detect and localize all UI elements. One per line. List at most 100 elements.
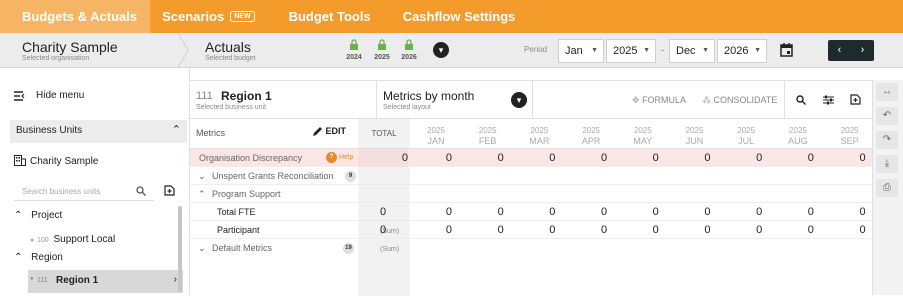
org-tree-root[interactable]: Charity Sample: [30, 156, 98, 167]
value-cell[interactable]: 0: [856, 203, 865, 221]
calendar-icon[interactable]: [780, 43, 793, 57]
help-link[interactable]: ? Help: [326, 149, 353, 167]
prev-period-icon[interactable]: ‹: [838, 40, 842, 61]
undo-icon[interactable]: ↶: [876, 107, 898, 125]
org-name[interactable]: Charity Sample: [22, 39, 118, 55]
next-period-icon[interactable]: ›: [861, 40, 865, 61]
value-cell[interactable]: 0: [442, 203, 452, 221]
tree-item-support-local[interactable]: ● 100 Support Local: [30, 234, 115, 245]
metric-row-participant: Participant 0 (Sum) 0 0 0 0 0 0 0 0 0: [190, 221, 872, 253]
tab-budgets-actuals[interactable]: Budgets & Actuals: [0, 0, 151, 33]
search-placeholder: Search business units: [22, 187, 101, 196]
tree-item-region-1[interactable]: ● 111 Region 1 ›: [28, 270, 183, 293]
group-count-wrap: 9: [345, 167, 356, 185]
print-icon[interactable]: ⎙: [876, 179, 898, 197]
group-program-support[interactable]: ⌃ Program Support: [190, 185, 872, 203]
tab-budget-tools[interactable]: Budget Tools: [277, 0, 383, 33]
to-month-select[interactable]: Dec ▼: [669, 39, 715, 63]
month-header: 2025 MAY: [621, 126, 665, 146]
value-cell[interactable]: 0: [494, 221, 504, 239]
tree-group-project[interactable]: ⌃ Project: [14, 210, 62, 221]
to-month-value: Dec: [676, 45, 696, 57]
lock-2024[interactable]: 2024: [346, 39, 362, 61]
value-cell[interactable]: 0: [597, 149, 607, 167]
discrepancy-total: 0: [358, 149, 408, 167]
value-cell[interactable]: 0: [494, 149, 504, 167]
sidebar-scrollbar[interactable]: [178, 206, 182, 292]
export-icon[interactable]: [850, 94, 861, 105]
redo-icon[interactable]: ↷: [876, 131, 898, 149]
budget-name[interactable]: Actuals: [205, 39, 251, 55]
value-cell[interactable]: 0: [649, 149, 659, 167]
value-cell[interactable]: 0: [856, 149, 865, 167]
value-cell[interactable]: 0: [442, 149, 452, 167]
hide-menu-label[interactable]: Hide menu: [36, 90, 84, 101]
download-icon[interactable]: ⤓: [876, 155, 898, 173]
hide-menu-icon[interactable]: [14, 91, 26, 101]
value-cell[interactable]: 0: [752, 149, 762, 167]
group-count-wrap: 19: [343, 239, 354, 257]
value-cell[interactable]: 0: [545, 221, 555, 239]
new-badge: NEW: [230, 11, 255, 22]
value-cell[interactable]: 0: [752, 203, 762, 221]
value-cell[interactable]: 0: [545, 149, 555, 167]
budget-dropdown-button[interactable]: ▾: [433, 42, 449, 58]
group-default-metrics[interactable]: ⌄ Default Metrics 19: [190, 239, 872, 257]
filter-settings-icon[interactable]: [823, 95, 834, 105]
chevron-down-icon: ▼: [702, 47, 709, 54]
month-year: 2025: [582, 126, 600, 135]
layout-name[interactable]: Metrics by month: [383, 89, 474, 103]
breadcrumb-chevron-icon: [177, 33, 189, 68]
value-cell[interactable]: 0: [856, 221, 865, 239]
lock-2025[interactable]: 2025: [374, 39, 390, 61]
value-cell[interactable]: 0: [597, 221, 607, 239]
from-month-select[interactable]: Jan ▼: [558, 39, 604, 63]
consolidate-button[interactable]: ⁂ CONSOLIDATE: [702, 95, 777, 106]
metric-label: Total FTE: [217, 207, 256, 217]
value-cell[interactable]: 0: [442, 221, 452, 239]
lock-year: 2026: [401, 54, 417, 61]
search-icon[interactable]: [796, 95, 806, 105]
month-header: 2025 MAR: [517, 126, 561, 146]
fit-width-icon[interactable]: ↔: [876, 83, 898, 101]
period-nav: ‹ ›: [828, 40, 874, 61]
value-cell[interactable]: 0: [804, 149, 814, 167]
month-header: 2025 JUL: [724, 126, 768, 146]
from-year-select[interactable]: 2025 ▼: [606, 39, 656, 63]
search-business-units[interactable]: Search business units: [14, 181, 154, 201]
unit-name[interactable]: Region 1: [221, 89, 272, 103]
value-cell[interactable]: 0: [701, 149, 710, 167]
value-cell[interactable]: 0: [804, 203, 814, 221]
metric-total: 0 (Sum): [358, 221, 408, 253]
value-cell[interactable]: 0: [701, 203, 710, 221]
unit-code: 111: [196, 90, 213, 102]
value-cell[interactable]: 0: [752, 221, 762, 239]
formula-icon: ✥: [632, 95, 640, 105]
discrepancy-row: Organisation Discrepancy ? Help 0 0 0 0 0 0 0…: [190, 149, 872, 167]
formula-button[interactable]: ✥ FORMULA: [632, 95, 686, 106]
value-cell[interactable]: 0: [804, 221, 814, 239]
tree-group-region[interactable]: ⌃ Region: [14, 252, 63, 263]
add-business-unit-icon[interactable]: [164, 185, 175, 196]
business-units-header[interactable]: Business Units ⌃: [10, 120, 187, 143]
item-label: Support Local: [53, 234, 116, 245]
group-unspent-grants[interactable]: ⌄ Unspent Grants Reconciliation 9: [190, 167, 872, 185]
lock-2026[interactable]: 2026: [401, 39, 417, 61]
header-divider: [532, 81, 533, 119]
value-cell[interactable]: 0: [494, 203, 504, 221]
layout-dropdown-button[interactable]: ▾: [511, 92, 527, 108]
month-year: 2025: [633, 126, 652, 135]
tab-cashflow-settings[interactable]: Cashflow Settings: [391, 0, 528, 33]
value-cell[interactable]: 0: [545, 203, 555, 221]
help-label: Help: [338, 154, 354, 161]
value-cell[interactable]: 0: [701, 221, 710, 239]
expand-icon: ⌄: [198, 171, 206, 181]
tab-scenarios[interactable]: Scenarios NEW: [150, 0, 267, 33]
value-cell[interactable]: 0: [649, 203, 659, 221]
to-year-value: 2026: [724, 45, 749, 57]
to-year-select[interactable]: 2026 ▼: [717, 39, 767, 63]
item-code: 111: [37, 277, 48, 284]
value-cell[interactable]: 0: [649, 221, 659, 239]
value-cell[interactable]: 0: [597, 203, 607, 221]
edit-button[interactable]: EDIT: [312, 126, 346, 137]
